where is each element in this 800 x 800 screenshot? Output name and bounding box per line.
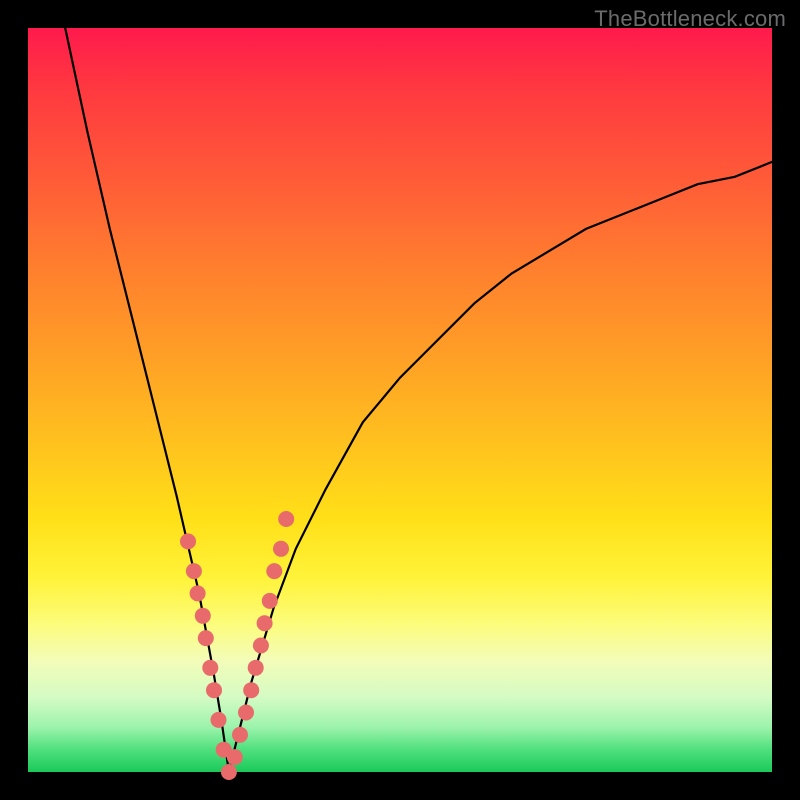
highlight-dot [227, 749, 243, 765]
highlight-dot [221, 764, 237, 780]
highlight-dots-group [180, 511, 294, 780]
highlight-dot [195, 608, 211, 624]
highlight-dot [278, 511, 294, 527]
highlight-dot [262, 593, 278, 609]
highlight-dot [253, 638, 269, 654]
highlight-dot [266, 563, 282, 579]
highlight-dot [206, 682, 222, 698]
chart-svg [28, 28, 772, 772]
highlight-dot [180, 533, 196, 549]
highlight-dot [186, 563, 202, 579]
highlight-dot [202, 660, 218, 676]
highlight-dot [257, 615, 273, 631]
highlight-dot [243, 682, 259, 698]
highlight-dot [211, 712, 227, 728]
highlight-dot [248, 660, 264, 676]
bottleneck-curve [65, 28, 772, 772]
chart-frame: TheBottleneck.com [0, 0, 800, 800]
highlight-dot [273, 541, 289, 557]
highlight-dot [198, 630, 214, 646]
highlight-dot [232, 727, 248, 743]
highlight-dot [190, 585, 206, 601]
plot-area [28, 28, 772, 772]
highlight-dot [238, 705, 254, 721]
